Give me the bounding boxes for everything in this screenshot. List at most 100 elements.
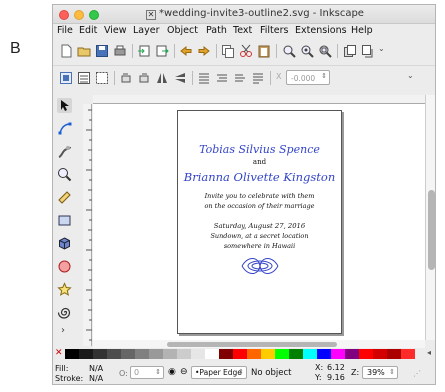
selector-tool-icon[interactable] <box>57 98 72 113</box>
and-text[interactable]: and <box>178 158 341 166</box>
color-swatch[interactable] <box>149 349 163 359</box>
no-paint-swatch[interactable]: ✕ <box>55 348 63 358</box>
menu-extensions[interactable]: Extensions <box>295 25 347 36</box>
invite-line-1[interactable]: Invite you to celebrate with them <box>178 192 341 200</box>
menu-object[interactable]: Object <box>167 25 198 36</box>
color-swatch[interactable] <box>317 349 331 359</box>
groom-name[interactable]: Tobias Silvius Spence <box>178 143 341 156</box>
color-swatch[interactable] <box>359 349 373 359</box>
color-swatch[interactable] <box>275 349 289 359</box>
close-window-button[interactable] <box>59 10 69 20</box>
wedding-time-place[interactable]: Sundown, at a secret location <box>178 232 341 240</box>
color-swatch[interactable] <box>191 349 205 359</box>
rotate-ccw-icon[interactable] <box>119 71 133 85</box>
rotate-cw-icon[interactable] <box>137 71 151 85</box>
undo-icon[interactable] <box>179 44 193 58</box>
lower-icon[interactable] <box>233 71 247 85</box>
ornament-flourish[interactable] <box>238 254 282 278</box>
zoom-selection-icon[interactable] <box>282 44 296 58</box>
clone-icon[interactable] <box>361 44 375 58</box>
color-swatch[interactable] <box>261 349 275 359</box>
stepper-icon[interactable]: ⇕ <box>321 72 327 80</box>
page[interactable]: Tobias Silvius Spence and Brianna Olivet… <box>177 110 342 334</box>
stepper-icon[interactable]: ⇕ <box>155 368 161 376</box>
stroke-value[interactable]: N/A <box>89 374 103 383</box>
color-swatch[interactable] <box>177 349 191 359</box>
resize-grip-icon[interactable]: ⋰ <box>413 369 421 378</box>
cut-icon[interactable] <box>239 44 253 58</box>
save-icon[interactable] <box>95 44 109 58</box>
bride-name[interactable]: Brianna Olivette Kingston <box>178 170 341 184</box>
measure-tool-icon[interactable] <box>57 190 72 205</box>
open-icon[interactable] <box>77 44 91 58</box>
copy-icon[interactable] <box>221 44 235 58</box>
zoom-input[interactable]: 39% ⇕ <box>362 366 398 379</box>
menu-view[interactable]: View <box>104 25 127 36</box>
vertical-scrollbar[interactable] <box>425 95 435 340</box>
menu-edit[interactable]: Edit <box>79 25 97 36</box>
color-swatch[interactable] <box>65 349 79 359</box>
fill-value[interactable]: N/A <box>89 364 103 373</box>
color-swatch[interactable] <box>401 349 415 359</box>
star-tool-icon[interactable] <box>57 282 72 297</box>
color-swatch[interactable] <box>373 349 387 359</box>
color-swatch[interactable] <box>289 349 303 359</box>
flip-vertical-icon[interactable] <box>173 71 187 85</box>
chevron-down-icon[interactable]: ⌄ <box>407 71 414 80</box>
rectangle-tool-icon[interactable] <box>57 213 72 228</box>
menu-help[interactable]: Help <box>351 25 373 36</box>
zoom-drawing-icon[interactable] <box>300 44 314 58</box>
select-all-icon[interactable] <box>59 71 73 85</box>
chevron-down-icon[interactable]: ⌄ <box>378 44 385 53</box>
horizontal-scrollbar[interactable] <box>93 340 425 348</box>
deselect-icon[interactable] <box>95 71 109 85</box>
maximize-window-button[interactable] <box>89 10 99 20</box>
minimize-window-button[interactable] <box>74 10 84 20</box>
export-icon[interactable] <box>155 44 169 58</box>
flip-horizontal-icon[interactable] <box>155 71 169 85</box>
color-swatch[interactable] <box>163 349 177 359</box>
3d-box-tool-icon[interactable] <box>57 236 72 251</box>
opacity-input[interactable]: 0 ⇕ <box>130 366 164 379</box>
spiral-tool-icon[interactable] <box>57 305 72 320</box>
color-swatch[interactable] <box>345 349 359 359</box>
redo-icon[interactable] <box>197 44 211 58</box>
color-swatch[interactable] <box>135 349 149 359</box>
wedding-date[interactable]: Saturday, August 27, 2016 <box>178 222 341 230</box>
zoom-page-icon[interactable] <box>318 44 332 58</box>
palette-menu-icon[interactable]: ◂ <box>427 348 431 357</box>
color-swatch[interactable] <box>247 349 261 359</box>
ellipse-tool-icon[interactable] <box>57 259 72 274</box>
wedding-location[interactable]: somewhere in Hawaii <box>178 242 341 250</box>
print-icon[interactable] <box>113 44 127 58</box>
drawing-canvas[interactable]: Tobias Silvius Spence and Brianna Olivet… <box>93 104 425 340</box>
raise-icon[interactable] <box>215 71 229 85</box>
menu-text[interactable]: Text <box>233 25 252 36</box>
paste-icon[interactable] <box>257 44 271 58</box>
vertical-scroll-thumb[interactable] <box>428 190 435 270</box>
lower-to-bottom-icon[interactable] <box>251 71 265 85</box>
color-swatch[interactable] <box>233 349 247 359</box>
stepper-icon[interactable]: ⇕ <box>389 368 395 376</box>
x-coordinate-input[interactable]: -0.000 ⇕ <box>286 70 330 85</box>
horizontal-scroll-thumb[interactable] <box>167 342 337 347</box>
new-document-icon[interactable] <box>59 44 73 58</box>
color-swatch[interactable] <box>205 349 219 359</box>
color-swatch[interactable] <box>107 349 121 359</box>
node-tool-icon[interactable] <box>57 121 72 136</box>
color-swatch[interactable] <box>79 349 93 359</box>
color-swatch[interactable] <box>93 349 107 359</box>
expand-tools-icon[interactable]: › <box>61 325 65 336</box>
color-swatch[interactable] <box>331 349 345 359</box>
import-icon[interactable] <box>137 44 151 58</box>
zoom-tool-icon[interactable] <box>57 167 72 182</box>
color-swatch[interactable] <box>219 349 233 359</box>
layer-visibility-icon[interactable]: ◉ <box>168 367 176 377</box>
invite-line-2[interactable]: on the occasion of their marriage <box>178 202 341 210</box>
duplicate-icon[interactable] <box>343 44 357 58</box>
select-all-layers-icon[interactable] <box>77 71 91 85</box>
tweak-tool-icon[interactable] <box>57 144 72 159</box>
layer-lock-icon[interactable]: ⊖ <box>180 367 188 377</box>
menu-path[interactable]: Path <box>206 25 227 36</box>
stepper-icon[interactable]: ⇕ <box>238 368 244 376</box>
